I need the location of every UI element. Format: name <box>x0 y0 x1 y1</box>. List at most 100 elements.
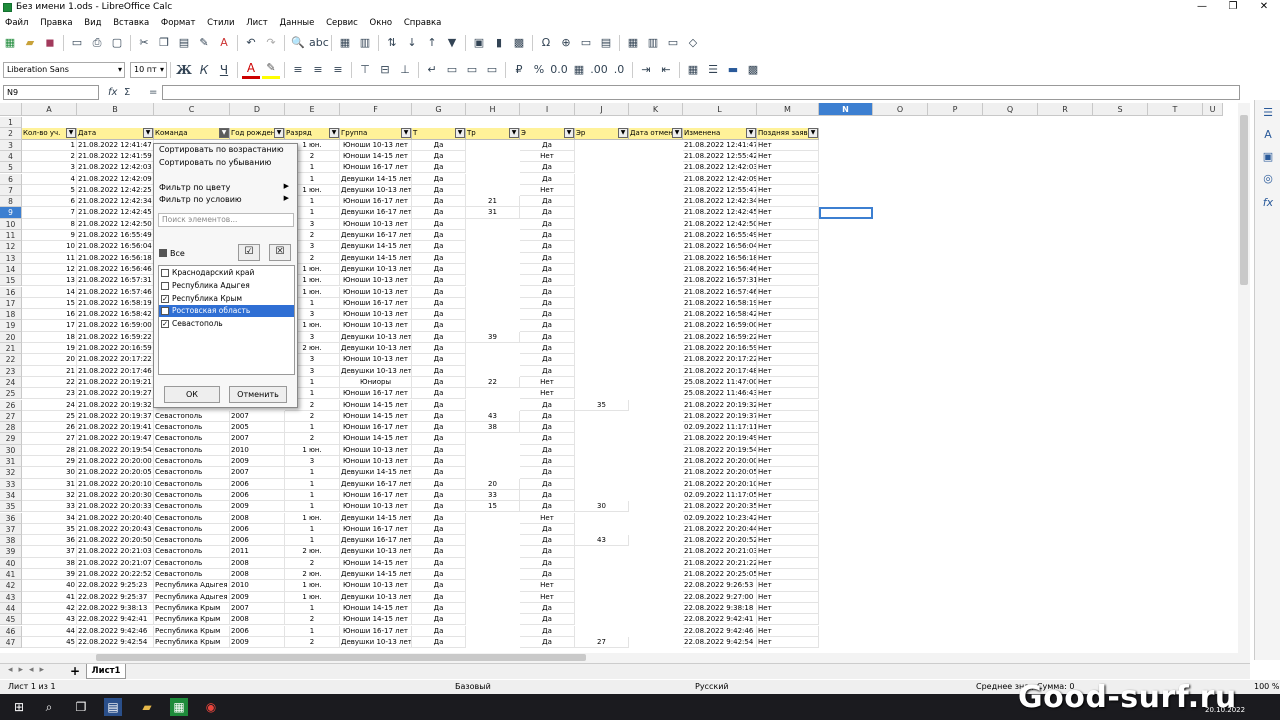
menu-edit[interactable]: Правка <box>40 18 72 28</box>
split-window-icon[interactable]: ▭ <box>664 34 682 52</box>
table-cell[interactable]: Да <box>520 557 575 569</box>
table-cell[interactable]: Девушки 10-13 лет <box>340 365 412 377</box>
table-cell[interactable]: 21.08.2022 20:19:32 <box>683 399 757 411</box>
menu-help[interactable]: Справка <box>404 18 441 28</box>
unmerge-icon[interactable]: ▭ <box>483 61 501 79</box>
table-cell[interactable]: Юноши 16-17 лет <box>340 388 412 400</box>
table-cell[interactable]: 02.09.2022 11:17:11 <box>683 422 757 434</box>
sort-desc-icon[interactable]: ↑ <box>423 34 441 52</box>
align-right-icon[interactable]: ≡ <box>329 61 347 79</box>
table-cell[interactable]: 21.08.2022 16:56:04 <box>77 241 154 253</box>
table-cell[interactable]: 21.08.2022 12:42:03 <box>683 162 757 174</box>
table-cell[interactable]: Да <box>412 523 466 536</box>
add-decimal-icon[interactable]: .00 <box>590 61 608 79</box>
table-cell[interactable]: Нет <box>757 275 819 287</box>
table-cell[interactable]: 1 <box>285 523 340 536</box>
table-cell[interactable]: 2 <box>22 150 77 163</box>
table-cell[interactable]: 22.08.2022 9:25:37 <box>77 591 154 603</box>
table-cell[interactable]: 22 <box>466 376 520 389</box>
table-cell[interactable]: 21.08.2022 12:42:03 <box>77 162 154 174</box>
table-cell[interactable]: 21.08.2022 12:42:45 <box>683 207 757 219</box>
table-cell[interactable]: 2007 <box>230 433 285 445</box>
table-cell[interactable]: Юноши 10-13 лет <box>340 580 412 592</box>
pivot-table-icon[interactable]: ▩ <box>510 34 528 52</box>
table-cell[interactable]: Нет <box>757 365 819 377</box>
table-cell[interactable]: Севастополь <box>154 410 230 423</box>
table-cell[interactable]: Севастополь <box>154 523 230 536</box>
autofilter-button[interactable]: ▼ <box>329 128 339 139</box>
item-checkbox[interactable] <box>161 307 169 316</box>
autofilter-button[interactable]: ▼ <box>564 128 574 139</box>
table-cell[interactable]: 21.08.2022 16:59:00 <box>683 320 757 332</box>
table-cell[interactable]: 28 <box>22 444 77 456</box>
table-cell[interactable]: Республика Крым <box>154 614 230 626</box>
row-header[interactable]: 31 <box>0 456 22 468</box>
table-cell[interactable]: 45 <box>22 636 77 649</box>
row-header[interactable]: 47 <box>0 636 22 649</box>
table-cell[interactable]: Нет <box>757 388 819 400</box>
redo-icon[interactable]: ↷ <box>262 34 280 52</box>
row-header[interactable]: 12 <box>0 241 22 253</box>
function-wizard-icon[interactable]: fx <box>108 85 117 100</box>
table-cell[interactable]: 21.08.2022 20:17:46 <box>77 365 154 377</box>
table-cell[interactable]: 33 <box>22 501 77 513</box>
row-header[interactable]: 46 <box>0 625 22 637</box>
table-cell[interactable]: 21.08.2022 16:56:46 <box>77 263 154 276</box>
table-cell[interactable]: Юноши 10-13 лет <box>340 501 412 513</box>
table-cell[interactable]: Да <box>412 501 466 513</box>
row-header[interactable]: 1 <box>0 117 22 129</box>
table-cell[interactable]: Нет <box>757 331 819 343</box>
table-cell[interactable]: Нет <box>520 376 575 389</box>
table-cell[interactable]: 25 <box>22 410 77 423</box>
table-cell[interactable]: 21.08.2022 16:59:22 <box>683 331 757 343</box>
table-cell[interactable]: Юноши 16-17 лет <box>340 523 412 536</box>
table-cell[interactable]: 21.08.2022 12:42:50 <box>683 218 757 230</box>
table-cell[interactable]: Севастополь <box>154 489 230 502</box>
table-cell[interactable]: Нет <box>757 422 819 434</box>
table-cell[interactable]: 27 <box>22 433 77 445</box>
row-header[interactable]: 30 <box>0 444 22 456</box>
table-cell[interactable]: Да <box>412 150 466 163</box>
table-cell[interactable]: Да <box>412 320 466 332</box>
table-cell[interactable]: 39 <box>22 569 77 581</box>
table-cell[interactable]: Севастополь <box>154 569 230 581</box>
table-cell[interactable]: Нет <box>757 523 819 536</box>
table-cell[interactable]: Нет <box>757 433 819 445</box>
open-icon[interactable]: ▰ <box>21 34 39 52</box>
define-print-area-icon[interactable]: ▦ <box>624 34 642 52</box>
table-cell[interactable]: 4 <box>22 173 77 185</box>
row-header[interactable]: 19 <box>0 320 22 332</box>
table-cell[interactable]: 21.08.2022 20:20:40 <box>77 512 154 524</box>
close-icon[interactable]: ✕ <box>1250 0 1278 15</box>
table-cell[interactable]: 15 <box>22 297 77 310</box>
table-cell[interactable]: 21.08.2022 20:20:10 <box>77 478 154 490</box>
table-cell[interactable]: 21.08.2022 20:19:32 <box>77 399 154 411</box>
clear-format-icon[interactable]: A <box>215 34 233 52</box>
table-cell[interactable]: Девушки 14-15 лет <box>340 252 412 264</box>
table-cell[interactable]: Юноши 16-17 лет <box>340 297 412 310</box>
table-cell[interactable]: 40 <box>22 580 77 592</box>
align-top-icon[interactable]: ⊤ <box>356 61 374 79</box>
table-cell[interactable]: 43 <box>22 614 77 626</box>
table-cell[interactable]: Нет <box>757 456 819 468</box>
table-cell[interactable]: 22.08.2022 9:26:53 <box>683 580 757 592</box>
autofilter-icon[interactable]: ▼ <box>443 34 461 52</box>
table-cell[interactable]: Девушки 14-15 лет <box>340 512 412 524</box>
table-cell[interactable]: 2009 <box>230 636 285 649</box>
row-header[interactable]: 6 <box>0 173 22 185</box>
table-cell[interactable]: 21.08.2022 20:19:49 <box>683 433 757 445</box>
item-checkbox[interactable] <box>161 281 169 290</box>
table-cell[interactable]: Севастополь <box>154 546 230 558</box>
sort-ascending-item[interactable]: Сортировать по возрастанию <box>159 145 284 154</box>
table-header-cell[interactable]: Группа ▼ <box>340 128 412 140</box>
table-cell[interactable]: 21.08.2022 16:58:42 <box>77 309 154 321</box>
comment-icon[interactable]: ▭ <box>577 34 595 52</box>
list-item[interactable]: Краснодарский край <box>159 267 294 279</box>
row-header[interactable]: 44 <box>0 602 22 615</box>
date-format-icon[interactable]: ▦ <box>570 61 588 79</box>
table-cell[interactable]: 8 <box>22 218 77 230</box>
table-cell[interactable]: 5 <box>22 184 77 197</box>
border-style-icon[interactable]: ☰ <box>704 61 722 79</box>
table-cell[interactable]: Да <box>520 489 575 502</box>
table-cell[interactable]: 3 <box>22 162 77 174</box>
